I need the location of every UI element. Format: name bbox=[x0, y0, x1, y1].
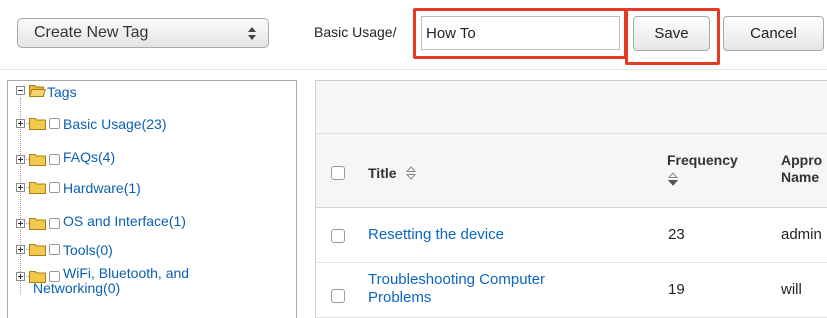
tag-action-select[interactable]: Create New Tag bbox=[17, 18, 269, 48]
record-approver: will bbox=[781, 281, 802, 298]
tree-item-label-line1: WiFi, Bluetooth, and bbox=[63, 265, 190, 281]
tree-item-label-line2: Networking(0) bbox=[33, 280, 121, 296]
folder-icon bbox=[29, 182, 46, 194]
tree-item-label: Basic Usage(23) bbox=[63, 116, 167, 132]
tree-item-wifi-bluetooth-networking[interactable]: WiFi, Bluetooth, and Networking(0) bbox=[8, 265, 288, 303]
tree-item-checkbox[interactable] bbox=[49, 154, 60, 165]
row-checkbox[interactable] bbox=[331, 229, 345, 243]
grid-top-bar bbox=[316, 81, 827, 134]
folder-icon bbox=[29, 218, 46, 230]
folder-open-icon bbox=[29, 85, 46, 97]
tree-item-label: FAQs(4) bbox=[63, 149, 116, 165]
column-header-title[interactable]: Title bbox=[368, 165, 397, 182]
sort-icon[interactable] bbox=[406, 166, 416, 180]
tree-item-label: Tools(0) bbox=[63, 242, 113, 258]
tree-item-hardware[interactable]: Hardware(1) bbox=[8, 179, 288, 201]
select-arrows-icon bbox=[248, 19, 256, 47]
tree-item-label: OS and Interface(1) bbox=[63, 213, 186, 229]
tree-item-tools[interactable]: Tools(0) bbox=[8, 241, 288, 263]
cancel-button[interactable]: Cancel bbox=[723, 16, 824, 51]
expand-icon[interactable] bbox=[16, 219, 25, 228]
tree-root-label: Tags bbox=[47, 84, 77, 100]
collapse-icon[interactable] bbox=[16, 86, 25, 95]
tree-item-checkbox[interactable] bbox=[49, 218, 60, 229]
column-header-approver-line1[interactable]: Appro bbox=[781, 152, 822, 169]
tree-root-tags[interactable]: Tags bbox=[8, 81, 288, 105]
tree-item-os-and-interface[interactable]: OS and Interface(1) bbox=[8, 213, 288, 237]
column-header-frequency[interactable]: Frequency bbox=[667, 152, 738, 169]
table-row: Troubleshooting Computer Problems 19 wil… bbox=[316, 263, 827, 318]
tree-item-faqs[interactable]: FAQs(4) bbox=[8, 149, 288, 173]
column-header-approver-line2[interactable]: Name bbox=[781, 169, 819, 186]
tag-tree-panel: Tags Basic Usage(23) FAQs(4) Hardware(1) bbox=[7, 80, 297, 318]
expand-icon[interactable] bbox=[16, 272, 25, 281]
tag-records-grid: Title Frequency Appro Name Resetting the… bbox=[315, 80, 827, 318]
grid-header-row: Title Frequency Appro Name bbox=[316, 134, 827, 208]
record-title-link-line2[interactable]: Problems bbox=[368, 289, 431, 307]
expand-icon[interactable] bbox=[16, 183, 25, 192]
record-frequency: 23 bbox=[668, 226, 685, 243]
folder-icon bbox=[29, 118, 46, 130]
row-checkbox[interactable] bbox=[331, 289, 345, 303]
parent-tag-path: Basic Usage/ bbox=[314, 24, 397, 40]
tag-action-select-value: Create New Tag bbox=[34, 24, 149, 41]
expand-icon[interactable] bbox=[16, 119, 25, 128]
record-title-link[interactable]: Resetting the device bbox=[368, 226, 504, 244]
tree-item-label: Hardware(1) bbox=[63, 180, 141, 196]
folder-icon bbox=[29, 154, 46, 166]
table-row: Resetting the device 23 admin bbox=[316, 208, 827, 263]
sort-icon[interactable] bbox=[668, 172, 678, 186]
select-all-checkbox[interactable] bbox=[331, 166, 345, 180]
tag-name-input[interactable] bbox=[421, 16, 620, 50]
save-button[interactable]: Save bbox=[633, 16, 710, 51]
record-frequency: 19 bbox=[668, 281, 685, 298]
expand-icon[interactable] bbox=[16, 155, 25, 164]
tag-toolbar: Create New Tag Basic Usage/ Save Cancel bbox=[0, 0, 827, 70]
record-approver: admin bbox=[781, 226, 822, 243]
tree-item-checkbox[interactable] bbox=[49, 118, 60, 129]
record-title-link-line1[interactable]: Troubleshooting Computer bbox=[368, 271, 545, 289]
tree-item-basic-usage[interactable]: Basic Usage(23) bbox=[8, 115, 288, 137]
tree-item-checkbox[interactable] bbox=[49, 244, 60, 255]
expand-icon[interactable] bbox=[16, 245, 25, 254]
tree-item-checkbox[interactable] bbox=[49, 182, 60, 193]
folder-icon bbox=[29, 244, 46, 256]
